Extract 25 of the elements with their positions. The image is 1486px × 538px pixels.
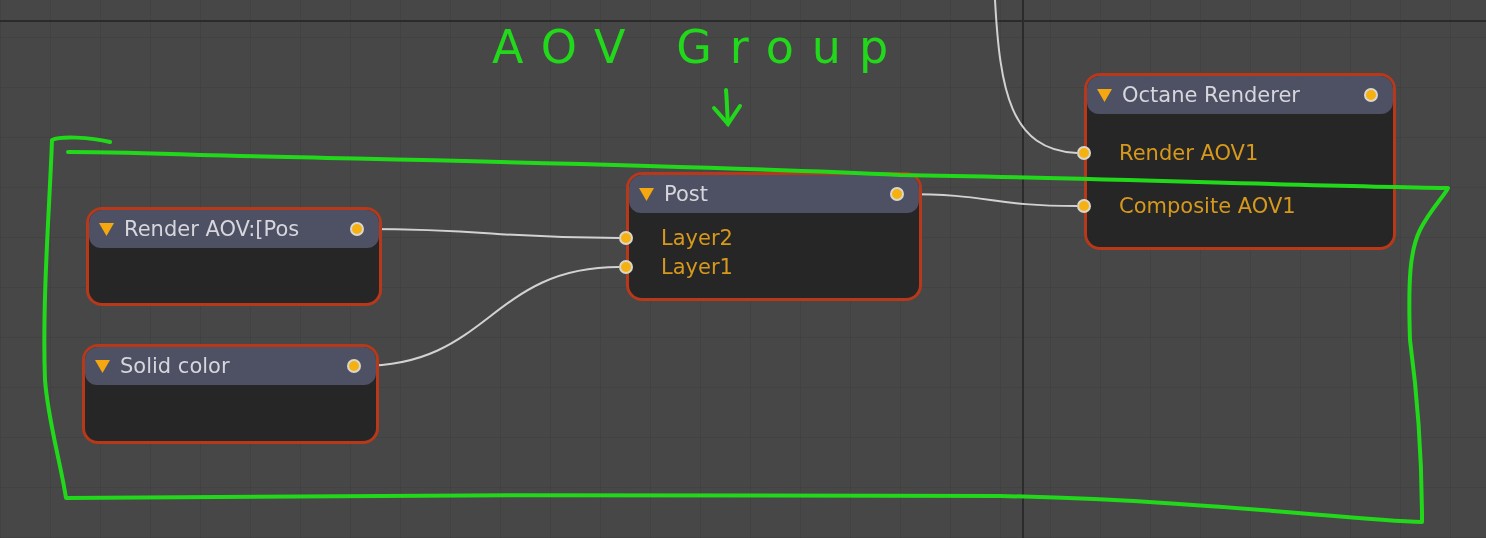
collapse-triangle-icon[interactable] — [1097, 88, 1112, 102]
annotation-label: AOV Group — [492, 20, 907, 74]
node-header[interactable]: Post — [629, 175, 919, 213]
input-label: Layer1 — [661, 256, 733, 278]
node-card[interactable]: Render AOV:[Pos — [86, 207, 382, 306]
input-port[interactable] — [1077, 199, 1091, 213]
node-title: Octane Renderer — [1122, 83, 1300, 107]
input-port[interactable] — [619, 260, 633, 274]
node-card[interactable]: Solid color — [82, 344, 379, 444]
node-card[interactable]: Post Layer2 Layer1 — [626, 172, 922, 301]
node-header[interactable]: Octane Renderer — [1087, 76, 1393, 114]
input-port[interactable] — [1077, 146, 1091, 160]
input-label: Composite AOV1 — [1119, 195, 1296, 217]
collapse-triangle-icon[interactable] — [95, 359, 110, 373]
node-header[interactable]: Solid color — [85, 347, 376, 385]
collapse-triangle-icon[interactable] — [99, 222, 114, 236]
node-title: Solid color — [120, 354, 230, 378]
input-label: Layer2 — [661, 227, 733, 249]
node-card[interactable]: Octane Renderer Render AOV1 Composite AOV1 — [1084, 73, 1396, 250]
collapse-triangle-icon[interactable] — [639, 187, 654, 201]
input-label: Render AOV1 — [1119, 142, 1259, 164]
input-port[interactable] — [619, 231, 633, 245]
node-title: Post — [664, 182, 708, 206]
node-header[interactable]: Render AOV:[Pos — [89, 210, 379, 248]
node-title: Render AOV:[Pos — [124, 217, 300, 241]
